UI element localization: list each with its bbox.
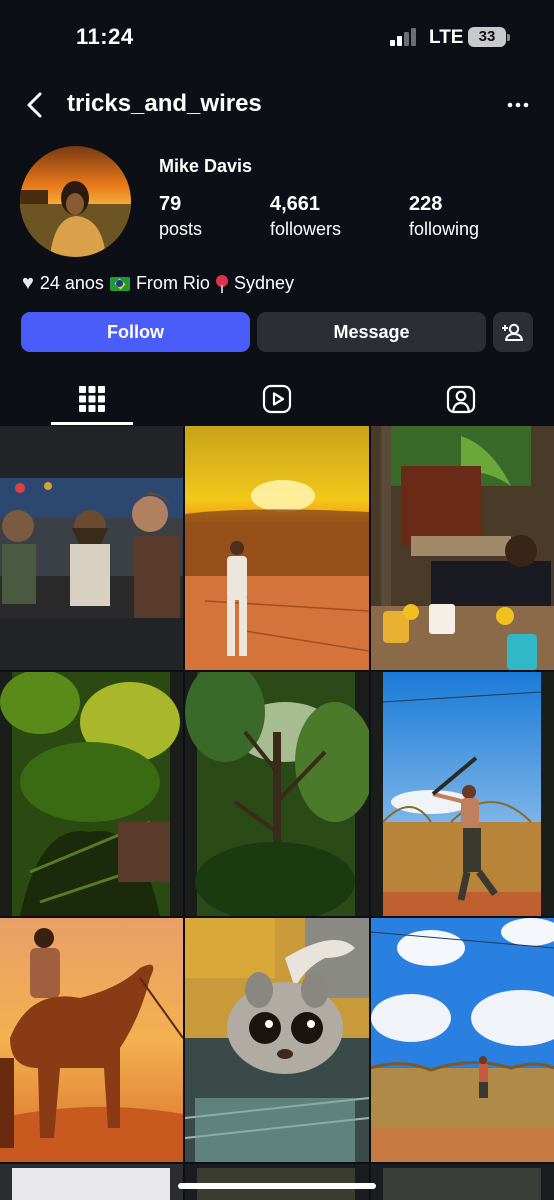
battery-icon: 33 <box>468 27 510 47</box>
posts-count[interactable]: 79 posts <box>159 193 202 240</box>
post-image <box>12 1168 170 1200</box>
grid-post-group-selfie[interactable] <box>0 426 183 670</box>
grid-icon <box>79 386 105 412</box>
white-heart-icon: ♥ <box>22 272 34 294</box>
grid-post-jungle-plants[interactable] <box>0 672 183 916</box>
profile-header: tricks_and_wires <box>0 80 554 130</box>
status-bar: 11:24 LTE 33 <box>0 0 554 76</box>
tab-posts-grid[interactable] <box>0 372 184 426</box>
tagged-icon <box>446 385 476 414</box>
grid-post-partial[interactable] <box>185 1164 369 1200</box>
profile-tabs <box>0 372 554 426</box>
bio-from: From Rio <box>135 273 210 293</box>
home-indicator[interactable] <box>178 1183 376 1189</box>
back-button[interactable] <box>22 88 52 122</box>
tab-reels[interactable] <box>185 372 369 426</box>
post-image <box>383 1168 541 1200</box>
following-label: following <box>409 219 480 239</box>
grid-post-table-outdoor[interactable] <box>371 426 554 670</box>
grid-post-bushbaby[interactable] <box>185 918 369 1162</box>
network-label: LTE <box>429 27 464 48</box>
grid-post-man-swinging[interactable] <box>371 672 554 916</box>
follow-button[interactable]: Follow <box>21 312 250 352</box>
followers-value: 4,661 <box>270 193 321 215</box>
chevron-left-icon <box>27 92 42 118</box>
grid-post-camel-rider[interactable] <box>0 918 183 1162</box>
message-button[interactable]: Message <box>257 312 486 352</box>
grid-post-desert-sunset[interactable] <box>185 426 369 670</box>
more-dots-icon <box>507 102 529 108</box>
post-image <box>371 918 554 1162</box>
post-image <box>0 478 183 670</box>
display-name: Mike Davis <box>159 156 253 176</box>
reels-icon <box>262 384 292 414</box>
post-image <box>371 426 554 670</box>
grid-post-field-sky[interactable] <box>371 918 554 1162</box>
post-image <box>185 426 369 670</box>
post-image <box>185 918 369 1162</box>
followers-label: followers <box>270 219 342 239</box>
post-image <box>185 672 369 916</box>
avatar[interactable] <box>20 146 131 257</box>
following-count[interactable]: 228 following <box>409 193 479 240</box>
bio-age: 24 anos <box>39 273 104 293</box>
posts-grid <box>0 426 554 1200</box>
grid-post-partial[interactable] <box>0 1164 183 1200</box>
posts-label: posts <box>159 219 203 239</box>
signal-icon <box>390 28 420 46</box>
grid-post-partial[interactable] <box>371 1164 554 1200</box>
add-person-icon <box>502 323 523 341</box>
following-value: 228 <box>409 193 443 215</box>
posts-value: 79 <box>159 193 182 215</box>
bio-location: Sydney <box>233 273 294 293</box>
bio: ♥ 24 anos From Rio Sydney <box>22 272 294 295</box>
more-options-button[interactable] <box>500 92 536 118</box>
post-image <box>0 672 180 916</box>
username-title: tricks_and_wires <box>67 90 262 117</box>
post-image <box>0 918 183 1162</box>
brazil-flag-icon <box>109 276 130 291</box>
location-pin-icon <box>215 274 228 293</box>
selected-tab-indicator <box>51 422 133 425</box>
tab-tagged[interactable] <box>369 372 553 426</box>
status-time: 11:24 <box>76 24 134 49</box>
suggested-users-button[interactable] <box>493 312 533 352</box>
followers-count[interactable]: 4,661 followers <box>270 193 341 240</box>
post-image <box>382 672 542 916</box>
grid-post-forest-canopy[interactable] <box>185 672 369 916</box>
